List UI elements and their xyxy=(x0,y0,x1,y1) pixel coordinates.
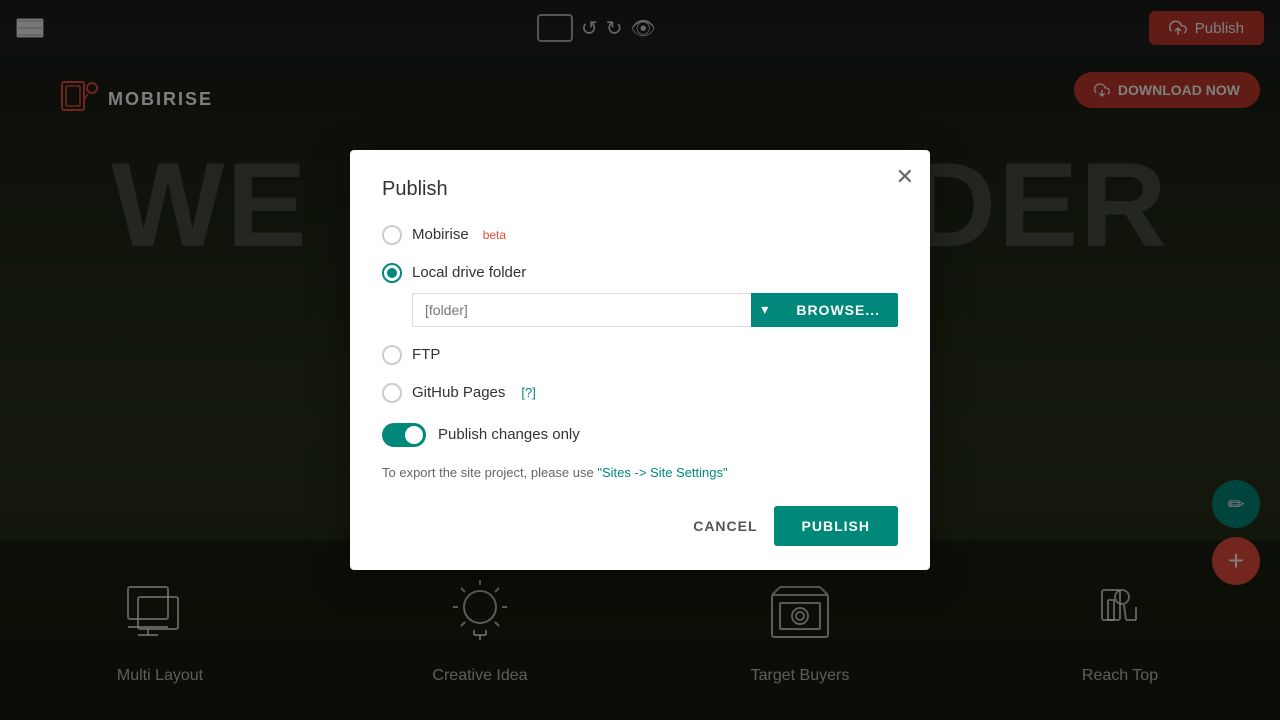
publish-dialog: Publish ✕ Mobirise beta Local drive fold… xyxy=(350,150,930,571)
publish-dialog-button[interactable]: PUBLISH xyxy=(774,506,898,546)
dialog-close-button[interactable]: ✕ xyxy=(896,166,914,188)
option-ftp[interactable]: FTP xyxy=(382,345,898,365)
beta-badge: beta xyxy=(483,228,506,242)
export-note: To export the site project, please use "… xyxy=(382,463,898,483)
option-mobirise-label: Mobirise xyxy=(412,226,469,243)
option-mobirise[interactable]: Mobirise beta xyxy=(382,225,898,245)
publish-changes-toggle[interactable] xyxy=(382,423,426,447)
radio-ftp xyxy=(382,345,402,365)
folder-dropdown-button[interactable]: ▾ xyxy=(751,293,778,327)
option-github-label: GitHub Pages xyxy=(412,384,505,401)
dialog-title: Publish xyxy=(382,178,898,201)
publish-changes-label: Publish changes only xyxy=(438,426,580,443)
folder-path-input[interactable] xyxy=(412,293,751,327)
publish-options: Mobirise beta Local drive folder ▾ BROWS… xyxy=(382,225,898,403)
radio-github xyxy=(382,383,402,403)
option-ftp-label: FTP xyxy=(412,346,440,363)
radio-mobirise xyxy=(382,225,402,245)
radio-local xyxy=(382,263,402,283)
option-local-label: Local drive folder xyxy=(412,264,526,281)
site-settings-link[interactable]: "Sites -> Site Settings" xyxy=(597,465,727,480)
github-help-link[interactable]: [?] xyxy=(521,385,535,400)
dialog-footer: CANCEL PUBLISH xyxy=(382,506,898,546)
option-local-drive-group: Local drive folder ▾ BROWSE... xyxy=(382,263,898,327)
toggle-knob xyxy=(405,426,423,444)
toggle-row: Publish changes only xyxy=(382,423,898,447)
option-github[interactable]: GitHub Pages [?] xyxy=(382,383,898,403)
browse-button[interactable]: BROWSE... xyxy=(778,293,898,327)
folder-input-row: ▾ BROWSE... xyxy=(412,293,898,327)
modal-overlay: Publish ✕ Mobirise beta Local drive fold… xyxy=(0,0,1280,720)
option-local-drive[interactable]: Local drive folder xyxy=(382,263,898,283)
cancel-button[interactable]: CANCEL xyxy=(693,518,757,534)
